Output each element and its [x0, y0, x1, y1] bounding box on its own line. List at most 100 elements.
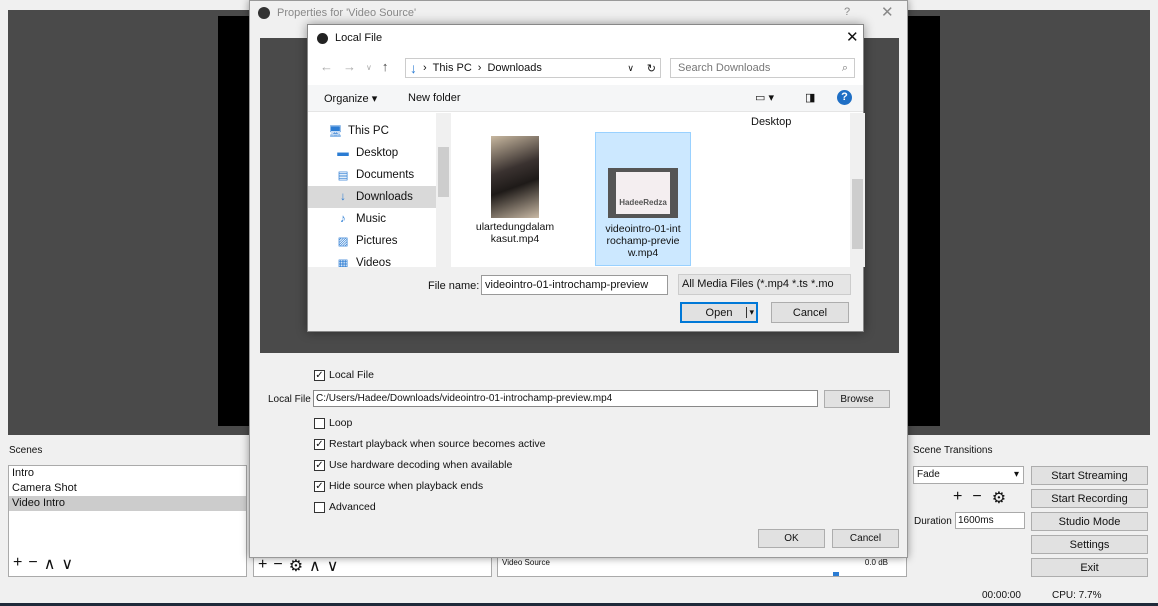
help-icon[interactable]: ? [837, 90, 852, 105]
search-icon: ⌕ [841, 62, 848, 74]
duration-label: Duration [914, 516, 952, 527]
remove-source-icon[interactable]: − [273, 556, 282, 573]
add-scene-icon[interactable]: + [13, 554, 22, 571]
back-icon[interactable]: ← [320, 59, 333, 74]
exit-button[interactable]: Exit [1031, 558, 1148, 577]
download-icon: ↓ [410, 60, 417, 76]
duration-value: 1600ms [958, 515, 994, 526]
start-streaming-button[interactable]: Start Streaming [1031, 466, 1148, 485]
gear-icon[interactable]: ⚙ [289, 556, 303, 575]
cancel-button[interactable]: Cancel [832, 529, 899, 548]
volume-slider[interactable] [833, 572, 839, 576]
checkbox-label: Local File [329, 369, 374, 381]
option-checkbox[interactable]: ✓ Restart playback when source becomes ac… [314, 438, 546, 450]
nav-item[interactable]: ▬ Desktop [308, 142, 436, 164]
chevron-down-icon[interactable]: ∨ [627, 63, 634, 74]
nav-item[interactable]: ▨ Pictures [308, 230, 436, 252]
view-options-icon[interactable]: ▭ ▾ [755, 91, 774, 104]
nav-label: Music [356, 213, 387, 225]
help-button[interactable]: ? [844, 6, 850, 18]
dropdown-arrow-icon[interactable]: ▾ [746, 307, 754, 318]
scenes-list[interactable]: Intro Camera Shot Video Intro + − ∧ ∨ [8, 465, 247, 577]
local-file-checkbox[interactable]: ✓ Local File [314, 369, 374, 381]
mixer-source-name: Video Source [502, 558, 550, 567]
nav-item[interactable]: 🖥 This PC [308, 120, 436, 142]
nav-item[interactable]: ▤ Documents [308, 164, 436, 186]
file-type-select[interactable]: All Media Files (*.mp4 *.ts *.mo [678, 274, 851, 295]
transition-value: Fade [917, 469, 940, 480]
preview-pane-icon[interactable]: ◨ [805, 91, 815, 104]
scene-item[interactable]: Camera Shot [9, 481, 246, 496]
file-dialog: Local File ✕ ← → ∨ ↑ ↓ › This PC › Downloads ∨ ↻… [307, 24, 865, 332]
nav-label: Videos [356, 257, 391, 267]
address-bar[interactable]: ↓ › This PC › Downloads ∨ ↻ [405, 58, 661, 78]
computer-icon: 🖥 [328, 126, 343, 138]
checkbox-label: Restart playback when source becomes act… [329, 438, 546, 450]
nav-item[interactable]: ▦ Videos [308, 252, 436, 267]
pictures-icon: ▨ [337, 236, 349, 248]
move-up-icon[interactable]: ∧ [309, 556, 321, 575]
scene-item[interactable]: Intro [9, 466, 246, 481]
close-icon[interactable]: ✕ [846, 28, 859, 46]
file-name: ulartedungdalam kasut.mp4 [475, 221, 555, 245]
open-button[interactable]: Open ▾ [680, 302, 758, 323]
path-value: C:/Users/Hadee/Downloads/videointro-01-i… [316, 393, 613, 404]
close-icon[interactable]: ✕ [881, 3, 894, 21]
file-name-value: videointro-01-introchamp-preview [485, 279, 649, 291]
properties-title: Properties for 'Video Source' [277, 7, 417, 19]
remove-scene-icon[interactable]: − [28, 554, 37, 571]
nav-label: Documents [356, 169, 415, 181]
search-input[interactable]: Search Downloads ⌕ [670, 58, 855, 78]
dropdown-arrow-icon: ▾ [1013, 469, 1019, 480]
studio-mode-button[interactable]: Studio Mode [1031, 512, 1148, 531]
refresh-icon[interactable]: ↻ [647, 62, 656, 75]
move-down-icon[interactable]: ∨ [327, 556, 339, 575]
cancel-button[interactable]: Cancel [771, 302, 849, 323]
browse-button[interactable]: Browse [824, 390, 890, 408]
recent-icon[interactable]: ∨ [366, 63, 372, 74]
start-recording-button[interactable]: Start Recording [1031, 489, 1148, 508]
file-item[interactable]: ulartedungdalam kasut.mp4 [468, 133, 562, 263]
breadcrumb-this-pc[interactable]: This PC [433, 62, 472, 74]
file-name-label: File name: [428, 280, 480, 292]
ok-button[interactable]: OK [758, 529, 825, 548]
nav-item[interactable]: ↓ Downloads [308, 186, 436, 208]
mixer-level: 0.0 dB [864, 558, 888, 567]
checkbox-label: Use hardware decoding when available [329, 459, 513, 471]
move-up-icon[interactable]: ∧ [44, 554, 56, 573]
scenes-label: Scenes [9, 445, 43, 456]
breadcrumb-downloads[interactable]: Downloads [487, 62, 541, 74]
files-scrollbar[interactable] [850, 113, 865, 267]
option-checkbox[interactable]: ✓ Use hardware decoding when available [314, 459, 512, 471]
sources-panel: + − ⚙ ∧ ∨ [253, 555, 492, 577]
move-down-icon[interactable]: ∨ [61, 554, 73, 573]
add-transition-icon[interactable]: + [953, 488, 962, 508]
nav-label: Downloads [356, 191, 413, 203]
thumbnail-text: HadeeRedza [616, 172, 670, 214]
duration-spinbox[interactable]: 1600ms [955, 512, 1025, 529]
up-icon[interactable]: ↑ [382, 59, 389, 74]
option-checkbox[interactable]: Loop [314, 417, 352, 429]
file-item-selected[interactable]: HadeeRedza videointro-01-int rochamp-pre… [595, 132, 691, 266]
new-folder-button[interactable]: New folder [408, 92, 461, 104]
forward-icon[interactable]: → [343, 59, 356, 74]
add-source-icon[interactable]: + [258, 556, 267, 573]
settings-button[interactable]: Settings [1031, 535, 1148, 554]
obs-logo-icon [317, 33, 328, 44]
nav-scrollbar[interactable] [436, 113, 451, 267]
option-checkbox[interactable]: ✓ Hide source when playback ends [314, 480, 483, 492]
nav-item[interactable]: ♪ Music [308, 208, 436, 230]
gear-icon[interactable]: ⚙ [992, 488, 1006, 508]
organize-button[interactable]: Organize ▾ [324, 92, 377, 105]
desktop-header: Desktop [751, 116, 792, 128]
transition-select[interactable]: Fade ▾ [913, 466, 1024, 484]
option-checkbox[interactable]: Advanced [314, 501, 376, 513]
remove-transition-icon[interactable]: − [972, 488, 981, 508]
videos-icon: ▦ [337, 258, 349, 267]
scene-item[interactable]: Video Intro [9, 496, 246, 511]
local-file-path-input[interactable]: C:/Users/Hadee/Downloads/videointro-01-i… [313, 390, 818, 407]
video-file-icon: HadeeRedza [608, 168, 678, 218]
checkbox-icon: ✓ [314, 480, 325, 492]
file-name-input[interactable]: videointro-01-introchamp-preview [481, 275, 668, 295]
file-name: videointro-01-int rochamp-previe w.mp4 [605, 223, 681, 259]
